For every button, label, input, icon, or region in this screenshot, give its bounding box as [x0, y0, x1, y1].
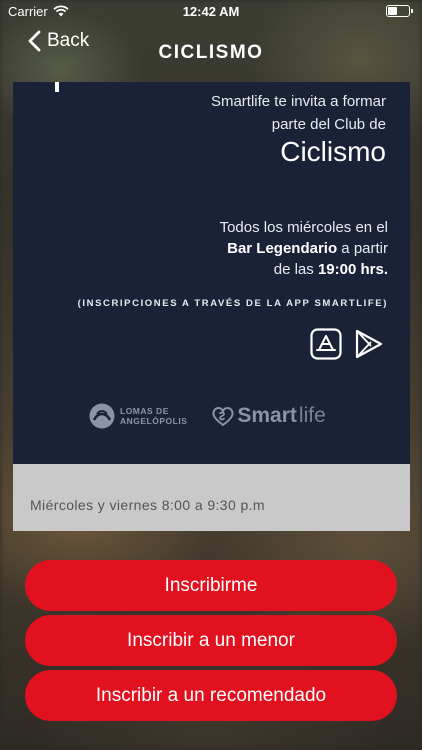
store-icons — [310, 328, 384, 360]
status-bar: Carrier 12:42 AM — [0, 0, 422, 22]
schedule-line-2: Bar Legendario a partir — [220, 238, 388, 259]
decorative-mark — [55, 82, 59, 92]
schedule-place: Bar Legendario — [227, 240, 338, 257]
footer-hours: Miércoles y viernes 8:00 a 9:30 p.m — [30, 497, 265, 513]
enroll-button[interactable]: Inscribirme — [25, 560, 397, 611]
club-name: Ciclismo — [280, 136, 386, 167]
schedule-time: 19:00 hrs. — [317, 261, 388, 278]
lomas-line-1: LOMAS DE — [120, 406, 169, 416]
lomas-logo: LOMAS DE ANGELÓPOLIS — [88, 402, 187, 430]
club-banner-card: Smartlife te invita a formar parte del C… — [13, 82, 410, 531]
enroll-recommended-button[interactable]: Inscribir a un recomendado — [25, 670, 397, 721]
schedule-line-1: Todos los miércoles en el — [219, 219, 388, 236]
nav-bar: Back CICLISMO — [0, 24, 422, 68]
lomas-line-2: ANGELÓPOLIS — [120, 416, 188, 426]
app-store-icon[interactable] — [310, 328, 342, 360]
invite-text: Smartlife te invita a formar parte del C… — [211, 90, 386, 136]
invite-line-2: parte del Club de — [271, 116, 386, 133]
schedule-line-2-rest: a partir — [337, 240, 388, 257]
enroll-minor-button[interactable]: Inscribir a un menor — [25, 615, 397, 666]
google-play-icon[interactable] — [352, 328, 384, 360]
battery-icon — [386, 5, 413, 17]
battery-level — [388, 7, 397, 15]
schedule-text: Todos los miércoles en el Bar Legendario… — [220, 217, 388, 280]
lomas-emblem-icon — [89, 403, 115, 429]
schedule-footer: Miércoles y viernes 8:00 a 9:30 p.m — [13, 464, 410, 531]
schedule-line-3: de las 19:00 hrs. — [220, 259, 388, 280]
wifi-icon — [53, 5, 69, 17]
smartlife-logo: Smart life — [211, 404, 326, 428]
inscripciones-note: (INSCRIPCIONES A TRAVÉS DE LA APP SMARTL… — [77, 298, 388, 309]
carrier-label: Carrier — [8, 3, 48, 19]
invite-line-1: Smartlife te invita a formar — [210, 93, 386, 110]
page-title: CICLISMO — [158, 42, 264, 63]
smartlife-heart-icon — [212, 407, 234, 427]
partner-logos: LOMAS DE ANGELÓPOLIS Smart life — [88, 402, 326, 430]
smartlife-logo-life: life — [298, 404, 326, 427]
smartlife-logo-smart: Smart — [237, 404, 297, 427]
schedule-line-3-prefix: de las — [273, 261, 318, 278]
